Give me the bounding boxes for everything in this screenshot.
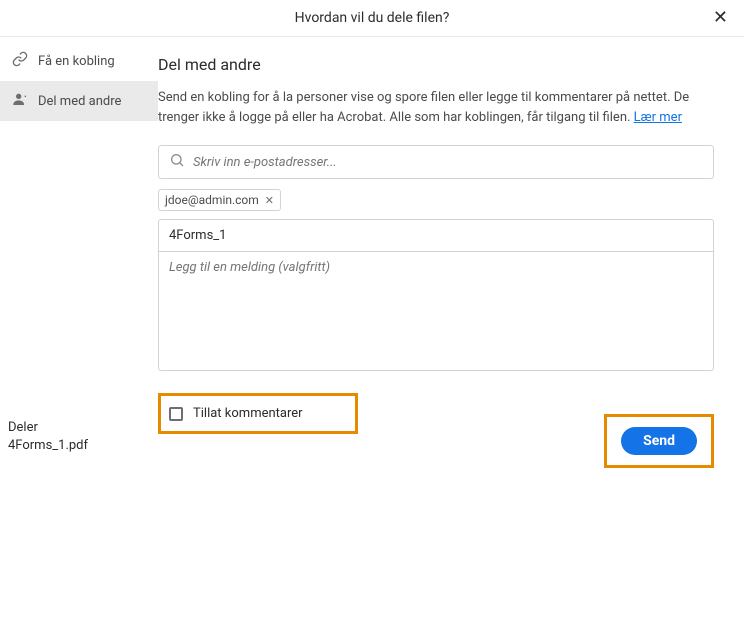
- search-icon: [169, 152, 193, 172]
- main-title: Del med andre: [158, 55, 714, 74]
- dialog-title: Hvordan vil du dele filen?: [295, 10, 450, 26]
- dialog-header: Hvordan vil du dele filen? ✕: [0, 0, 744, 36]
- chip-label: jdoe@admin.com: [165, 193, 259, 207]
- sidebar-footer: Deler 4Forms_1.pdf: [0, 419, 158, 625]
- main-panel: Del med andre Send en kobling for å la p…: [158, 37, 744, 625]
- email-input[interactable]: [193, 155, 703, 170]
- chip-remove-icon[interactable]: ✕: [265, 195, 274, 206]
- subject-input[interactable]: [158, 219, 714, 251]
- allow-comments-row: Tillat kommentarer: [158, 393, 358, 434]
- allow-comments-checkbox[interactable]: [169, 407, 183, 421]
- allow-comments-label: Tillat kommentarer: [193, 406, 343, 421]
- person-add-icon: [12, 91, 28, 111]
- email-input-container[interactable]: [158, 145, 714, 179]
- sharing-filename: 4Forms_1.pdf: [8, 437, 150, 455]
- message-input[interactable]: [158, 251, 714, 371]
- sidebar-item-label: Få en kobling: [38, 54, 115, 69]
- dialog-body: Få en kobling Del med andre Deler 4Forms…: [0, 36, 744, 625]
- sidebar-item-get-link[interactable]: Få en kobling: [0, 41, 158, 81]
- main-description: Send en kobling for å la personer vise o…: [158, 88, 714, 127]
- link-icon: [12, 51, 28, 71]
- description-text: Send en kobling for å la personer vise o…: [158, 90, 689, 125]
- send-highlight: Send: [604, 414, 714, 468]
- sidebar-item-label: Del med andre: [38, 94, 121, 109]
- form-fields: [158, 219, 714, 375]
- sidebar-item-share-others[interactable]: Del med andre: [0, 81, 158, 121]
- email-chip: jdoe@admin.com ✕: [158, 189, 281, 211]
- learn-more-link[interactable]: Lær mer: [634, 110, 682, 125]
- close-icon[interactable]: ✕: [713, 9, 728, 27]
- send-button[interactable]: Send: [621, 427, 697, 455]
- sidebar: Få en kobling Del med andre Deler 4Forms…: [0, 37, 158, 625]
- sharing-label: Deler: [8, 419, 150, 437]
